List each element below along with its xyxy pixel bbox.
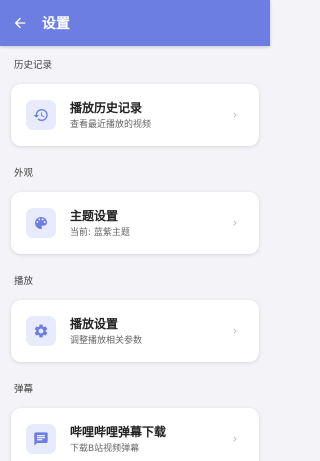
- history-icon: [33, 109, 48, 122]
- settings-list: 历史记录 播放历史记录 查看最近播放的视频 外观 主题设置 当前: 蓝紫主题 播…: [0, 46, 270, 461]
- gear-icon-box: [26, 316, 56, 346]
- palette-icon-box: [26, 208, 56, 238]
- theme-title: 主题设置: [70, 208, 119, 223]
- chevron-right-icon: [233, 112, 237, 118]
- section-label-history: 历史记录: [14, 60, 53, 71]
- section-label-appearance: 外观: [14, 168, 34, 179]
- gear-icon: [34, 324, 48, 338]
- danmaku-subtitle: 下载B站视频弹幕: [70, 443, 140, 454]
- page-title: 设置: [42, 16, 70, 32]
- playback-subtitle: 调整播放相关参数: [70, 335, 143, 346]
- app-bar: 设置: [0, 0, 270, 46]
- theme-subtitle: 当前: 蓝紫主题: [70, 227, 130, 238]
- history-title: 播放历史记录: [70, 100, 143, 115]
- palette-icon: [35, 217, 47, 229]
- chevron-right-icon: [233, 436, 237, 442]
- chevron-right-icon: [233, 328, 237, 334]
- playback-card[interactable]: 播放设置 调整播放相关参数: [11, 300, 259, 362]
- section-label-playback: 播放: [14, 276, 34, 287]
- chevron-right-icon: [233, 220, 237, 226]
- danmaku-icon-box: [26, 424, 56, 454]
- history-card[interactable]: 播放历史记录 查看最近播放的视频: [11, 84, 259, 146]
- theme-card[interactable]: 主题设置 当前: 蓝紫主题: [11, 192, 259, 254]
- arrow-back-icon: [14, 17, 26, 29]
- danmaku-title: 哔哩哔哩弹幕下载: [70, 424, 167, 439]
- section-label-danmaku: 弹幕: [14, 384, 34, 395]
- danmaku-card[interactable]: 哔哩哔哩弹幕下载 下载B站视频弹幕: [11, 408, 259, 461]
- back-button[interactable]: [0, 0, 40, 46]
- history-icon-box: [26, 100, 56, 130]
- history-subtitle: 查看最近播放的视频: [70, 119, 152, 130]
- playback-title: 播放设置: [70, 316, 119, 331]
- danmaku-icon: [34, 432, 48, 446]
